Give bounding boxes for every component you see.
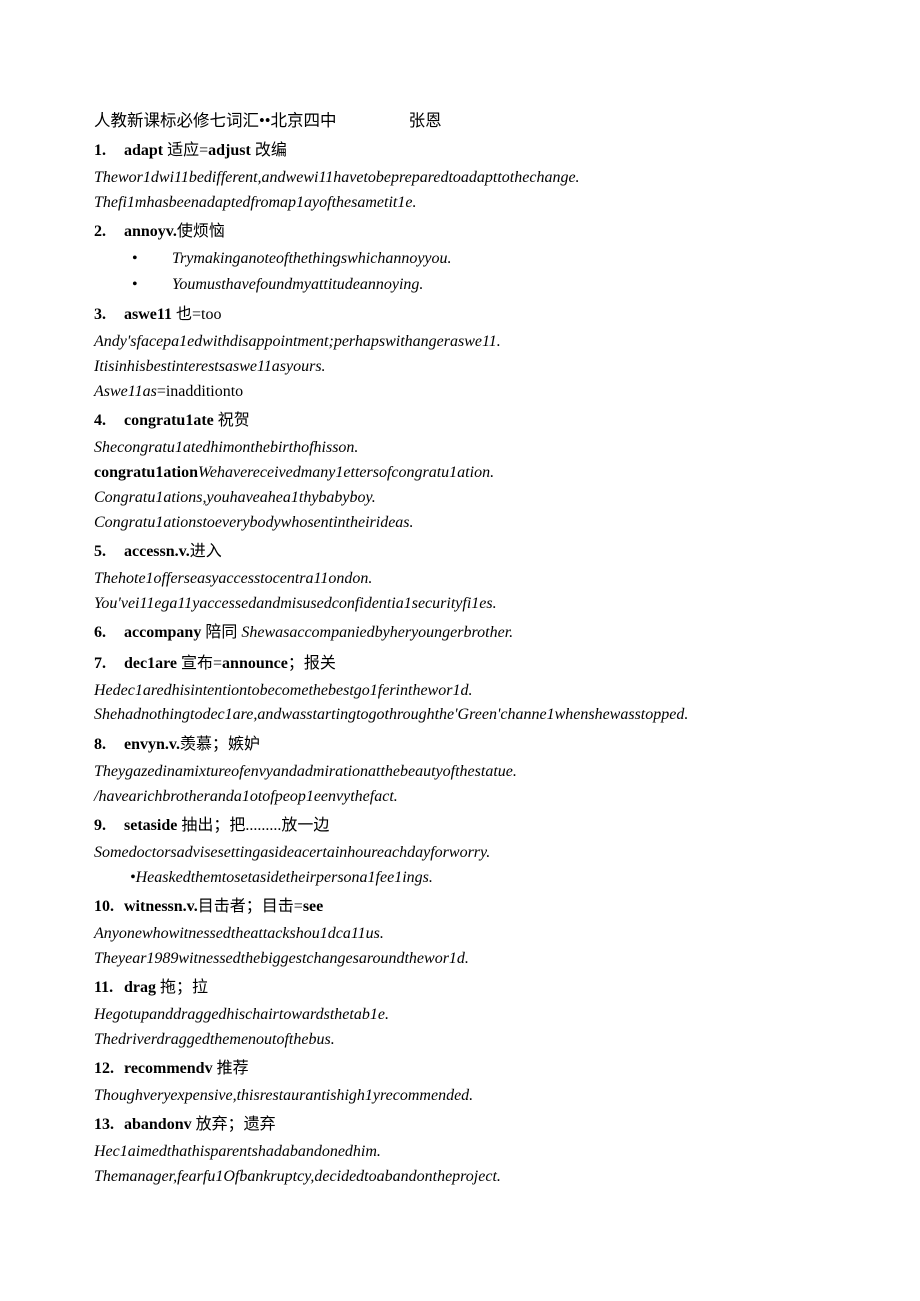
entry-heading-4: 4. congratu1ate 祝贺 bbox=[94, 406, 834, 435]
entry-word: dec1are bbox=[124, 655, 178, 672]
entry-gloss: 陪同 bbox=[201, 624, 242, 641]
entry-word: setaside bbox=[124, 816, 178, 834]
example-line: Themanager,fearfu1Ofbankruptcy,decidedto… bbox=[94, 1167, 501, 1185]
example-line: Congratu1ations,youhaveahea1thybabyboy. bbox=[94, 489, 376, 506]
example-line: Thefi1mhasbeenadaptedfromap1ayofthesamet… bbox=[94, 194, 417, 211]
bullet-dot-icon: • bbox=[132, 276, 138, 293]
entry-word: recommendv bbox=[124, 1059, 213, 1077]
entry-heading-8: 8. envyn.v.羡慕；嫉妒 bbox=[94, 730, 834, 759]
entry-word: witnessn.v. bbox=[124, 897, 198, 915]
entry-word: congratu1ate bbox=[124, 412, 214, 429]
example-line: Thewor1dwi11bedifferent,andwewi11havetob… bbox=[94, 169, 580, 186]
entry-heading-5: 5. accessn.v.进入 bbox=[94, 537, 834, 566]
entry-heading-11: 11. drag 拖；拉 bbox=[94, 973, 834, 1002]
mixed-plain: =inadditionto bbox=[156, 383, 244, 400]
entry-gloss: 羡慕；嫉妒 bbox=[180, 735, 261, 753]
example-line-mixed: Aswe11as=inadditionto bbox=[94, 379, 834, 404]
entry-gloss: 推荐 bbox=[212, 1059, 249, 1077]
entry-word: abandonv bbox=[124, 1115, 192, 1133]
entry-number: 9. bbox=[94, 816, 106, 834]
inline-example: Shewasaccompaniedbyheryoungerbrother. bbox=[241, 624, 514, 641]
example-line: Shecongratu1atedhimonthebirthofhisson. bbox=[94, 439, 359, 456]
entry-word-alt: announce bbox=[222, 655, 288, 672]
document-page: 人教新课标必修七词汇••北京四中 张恩 1. adapt 适应=adjust 改编 … bbox=[0, 0, 920, 1301]
bullet-item: • Youmusthavefoundmyattitudeannoying. bbox=[94, 272, 834, 298]
entry-word: envyn.v. bbox=[124, 735, 181, 753]
entry-heading-9: 9. setaside 抽出；把.........放一边 bbox=[94, 811, 834, 840]
entry-gloss: 适应= bbox=[163, 142, 209, 159]
example-line: Thehote1offerseasyaccesstocentra11ondon. bbox=[94, 570, 373, 587]
entry-gloss: 拖；拉 bbox=[156, 978, 209, 996]
mixed-italic: Aswe11as bbox=[94, 383, 157, 400]
example-line: Theygazedinamixtureofenvyandadmirationat… bbox=[94, 762, 517, 780]
example-line-wrapped: Shehadnothingtodec1are,andwasstartingtog… bbox=[94, 706, 689, 723]
entry-word: annoyv. bbox=[124, 223, 177, 240]
entry-gloss: 宣布= bbox=[177, 655, 223, 672]
entry-heading-2: 2. annoyv.使烦恼 bbox=[94, 217, 834, 246]
entry-number: 6. bbox=[94, 624, 106, 641]
example-line: Thedriverdraggedthemenoutofthebus. bbox=[94, 1030, 335, 1048]
example-line: Somedoctorsadvisesettingasideacertainhou… bbox=[94, 843, 491, 861]
entry-gloss: 也=too bbox=[172, 306, 222, 323]
header-author: 张恩 bbox=[408, 111, 442, 130]
entry-number: 5. bbox=[94, 543, 106, 560]
example-line: /havearichbrotheranda1otofpeop1eenvythef… bbox=[94, 787, 398, 805]
example-line: Thoughveryexpensive,thisrestaurantishigh… bbox=[94, 1086, 474, 1104]
bullet-item-tight: •Heaskedthemtosetasidetheirpersona1fee1i… bbox=[130, 868, 433, 886]
bullet-text: Youmusthavefoundmyattitudeannoying. bbox=[172, 276, 424, 293]
entry-word: accessn.v. bbox=[124, 543, 190, 560]
entry-heading-13: 13. abandonv 放弃；遗弃 bbox=[94, 1110, 834, 1139]
entry-heading-1: 1. adapt 适应=adjust 改编 bbox=[94, 136, 834, 165]
entry-number: 8. bbox=[94, 735, 106, 753]
entry-heading-6: 6. accompany 陪同 Shewasaccompaniedbyheryou… bbox=[94, 618, 834, 647]
entry-number: 11. bbox=[94, 978, 114, 996]
entry-word: accompany bbox=[124, 624, 202, 641]
bullet-text: Trymakinganoteofthethingswhichannoyyou. bbox=[172, 250, 452, 267]
header-title: 人教新课标必修七词汇••北京四中 bbox=[94, 111, 337, 130]
entry-gloss: 抽出；把.........放一边 bbox=[177, 816, 330, 834]
runin-example: Wehavereceivedmany1ettersofcongratu1atio… bbox=[198, 464, 495, 481]
entry-gloss: 使烦恼 bbox=[176, 223, 225, 240]
example-line: Theyear1989witnessedthebiggestchangesaro… bbox=[94, 949, 469, 967]
entry-gloss-alt: 改编 bbox=[250, 142, 287, 159]
example-line: Hedec1aredhisintentiontobecomethebestgo1… bbox=[94, 682, 473, 699]
example-line: Anyonewhowitnessedtheattackshou1dca11us. bbox=[94, 924, 384, 942]
entry-number: 4. bbox=[94, 412, 106, 429]
entry-number: 3. bbox=[94, 306, 106, 323]
example-line: Congratu1ationstoeverybodywhosentintheir… bbox=[94, 514, 414, 531]
example-line: Hegotupanddraggedhischairtowardsthetab1e… bbox=[94, 1005, 389, 1023]
example-line-runin: congratu1ationWehavereceivedmany1etterso… bbox=[94, 460, 834, 485]
entry-word: drag bbox=[124, 978, 156, 996]
example-line: Itisinhisbestinterestsaswe11asyours. bbox=[94, 358, 326, 375]
entry-number: 2. bbox=[94, 223, 106, 240]
entry-gloss: 放弃；遗弃 bbox=[191, 1115, 276, 1133]
example-line: Andy'sfacepa1edwithdisappointment;perhap… bbox=[94, 333, 501, 350]
entry-heading-10: 10. witnessn.v.目击者；目击=see bbox=[94, 892, 834, 921]
example-line: Hec1aimedthathisparentshadabandonedhim. bbox=[94, 1142, 381, 1160]
runin-label: congratu1ation bbox=[94, 464, 198, 481]
entry-number: 12. bbox=[94, 1059, 114, 1077]
entry-heading-7: 7. dec1are 宣布=announce；报关 bbox=[94, 649, 834, 678]
entry-number: 7. bbox=[94, 655, 106, 672]
entry-word: adapt bbox=[124, 142, 164, 159]
entry-gloss: 目击者；目击= bbox=[197, 897, 303, 915]
entry-word: aswe11 bbox=[124, 306, 172, 323]
entry-gloss: 进入 bbox=[189, 543, 222, 560]
entry-number: 13. bbox=[94, 1115, 114, 1133]
entry-number: 1. bbox=[94, 142, 106, 159]
entry-word-alt: see bbox=[302, 897, 324, 915]
entry-word-alt: adjust bbox=[208, 142, 251, 159]
entry-number: 10. bbox=[94, 897, 114, 915]
example-line: You'vei11ega11yaccessedandmisusedconfide… bbox=[94, 595, 497, 612]
bullet-item: • Trymakinganoteofthethingswhichannoyyou. bbox=[94, 246, 834, 272]
bullet-dot-icon: • bbox=[132, 250, 138, 267]
entry-heading-3: 3. aswe11 也=too bbox=[94, 300, 834, 329]
entry-heading-12: 12. recommendv 推荐 bbox=[94, 1054, 834, 1083]
entry-gloss-alt: ；报关 bbox=[287, 655, 336, 672]
entry-gloss: 祝贺 bbox=[213, 412, 250, 429]
document-header: 人教新课标必修七词汇••北京四中 张恩 bbox=[94, 108, 834, 134]
document-body: 人教新课标必修七词汇••北京四中 张恩 1. adapt 适应=adjust 改编 … bbox=[94, 108, 834, 1189]
